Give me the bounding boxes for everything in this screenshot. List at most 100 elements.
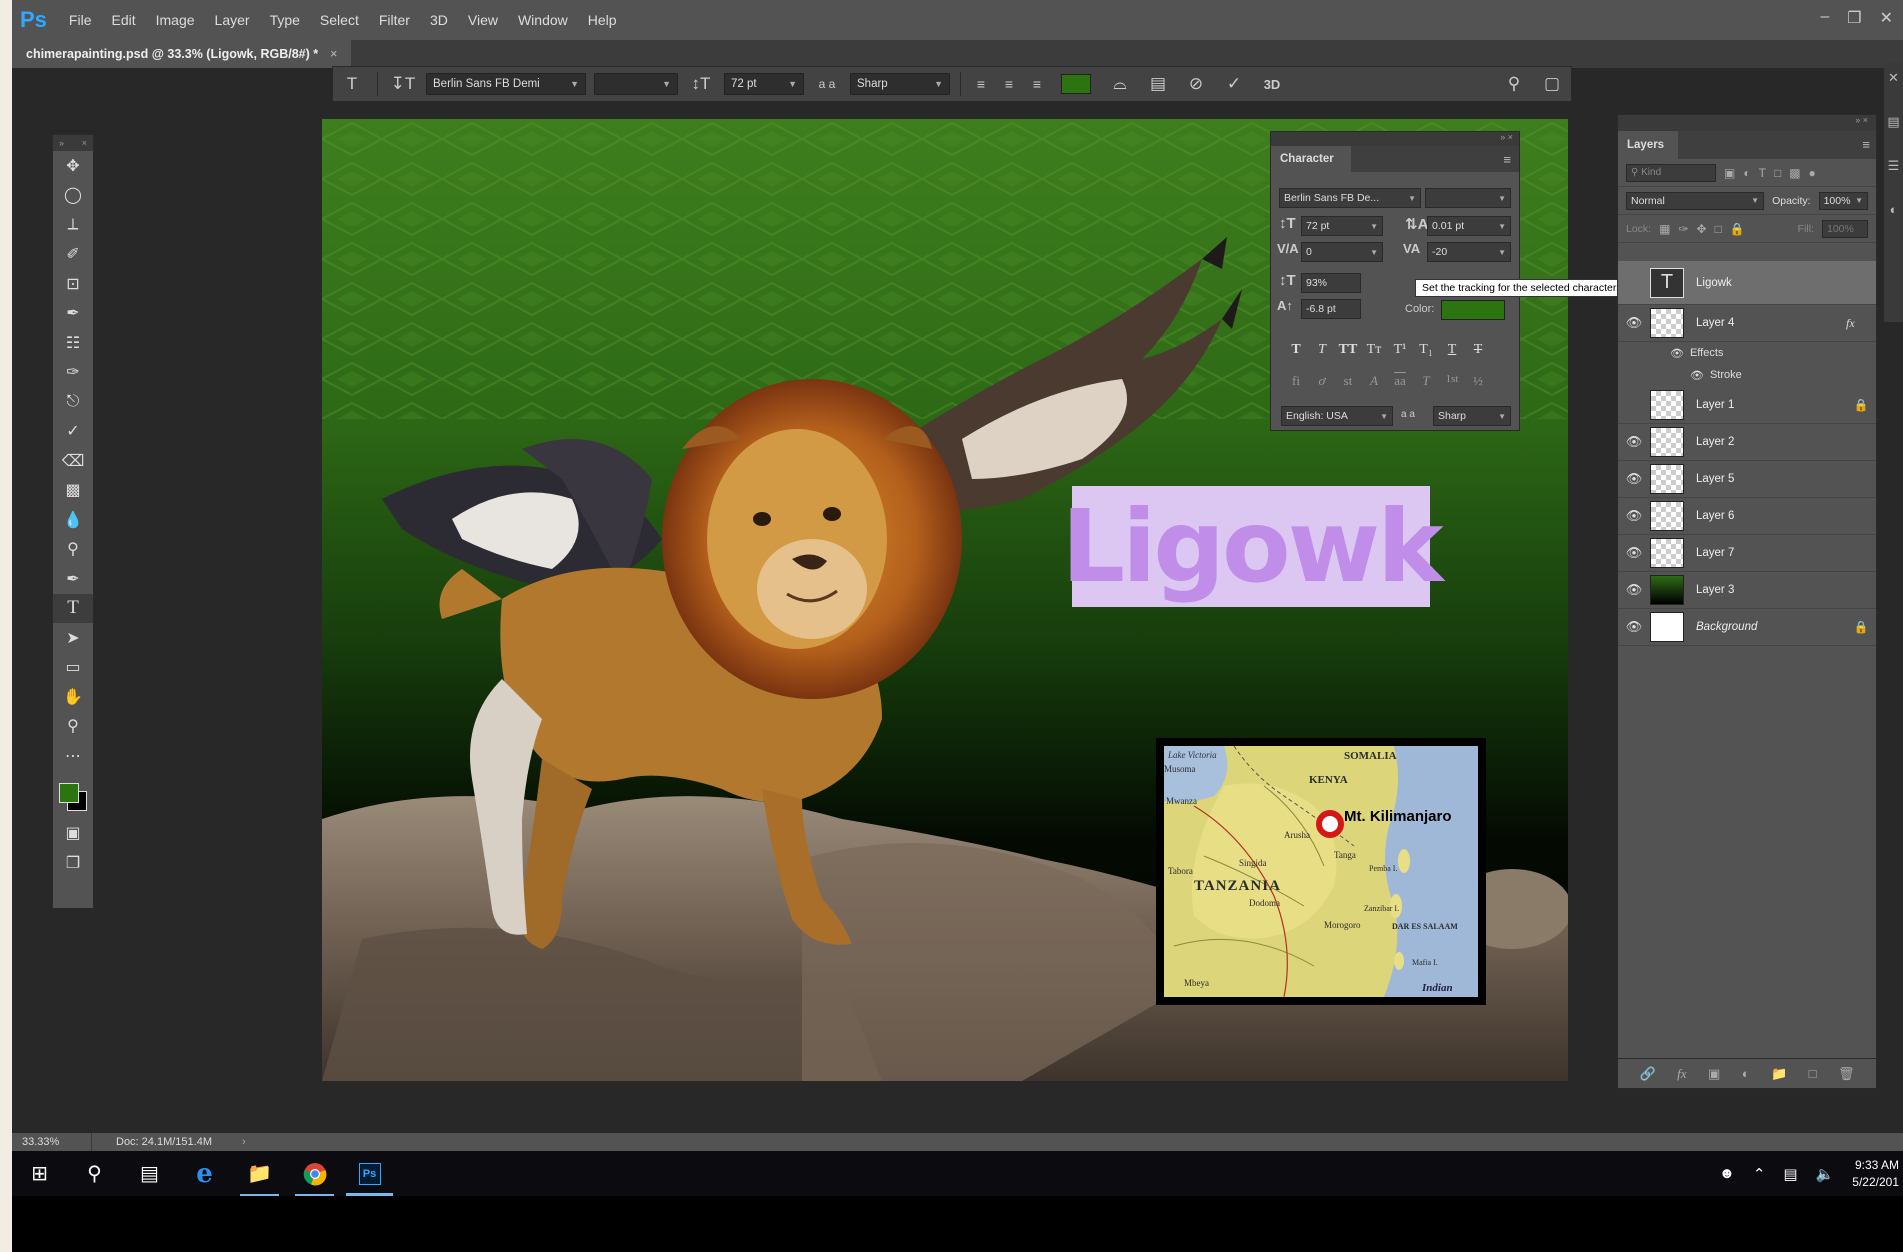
brush-tool-icon[interactable]: ✑ bbox=[53, 358, 93, 388]
minimize-icon[interactable]: – bbox=[1820, 8, 1829, 28]
faux-bold-button[interactable]: T bbox=[1285, 342, 1307, 358]
menu-window[interactable]: Window bbox=[518, 12, 568, 28]
type-filter-icon[interactable]: T bbox=[1759, 166, 1766, 180]
align-center-icon[interactable]: ≡ bbox=[998, 73, 1020, 95]
character-panel-toggle-icon[interactable]: ▤ bbox=[1145, 71, 1171, 97]
layer-row-layer-6[interactable]: 👁 Layer 6 bbox=[1618, 498, 1876, 535]
ordinals-button[interactable]: 1st bbox=[1441, 373, 1463, 385]
antialias-select[interactable]: Sharp ▼ bbox=[850, 73, 950, 95]
stylistic-alternates-button[interactable]: aa bbox=[1389, 373, 1411, 389]
zoom-tool-icon[interactable]: ⚲ bbox=[53, 712, 93, 742]
layer-row-layer-7[interactable]: 👁 Layer 7 bbox=[1618, 535, 1876, 572]
all-caps-button[interactable]: TT bbox=[1337, 342, 1359, 358]
layer-row-ligowk[interactable]: T Ligowk bbox=[1618, 261, 1876, 305]
path-selection-tool-icon[interactable]: ➤ bbox=[53, 623, 93, 653]
menu-layer[interactable]: Layer bbox=[215, 12, 250, 28]
layer-kind-filter[interactable]: ⚲ Kind bbox=[1626, 163, 1716, 182]
menu-view[interactable]: View bbox=[468, 12, 498, 28]
new-layer-icon[interactable]: □ bbox=[1809, 1066, 1817, 1081]
chrome-icon[interactable] bbox=[287, 1151, 342, 1196]
delete-layer-icon[interactable]: 🗑 bbox=[1838, 1066, 1855, 1082]
search-icon[interactable]: ⚲ bbox=[1501, 71, 1527, 97]
align-left-icon[interactable]: ≡ bbox=[970, 73, 992, 95]
show-hidden-icons-chevron-icon[interactable]: ⌃ bbox=[1753, 1165, 1766, 1183]
smart-object-filter-icon[interactable]: ▩ bbox=[1789, 166, 1800, 180]
standard-ligatures-button[interactable]: fi bbox=[1285, 373, 1307, 389]
clone-stamp-tool-icon[interactable]: ⎋ bbox=[53, 387, 93, 417]
panel-menu-icon[interactable]: ≡ bbox=[1503, 152, 1511, 167]
panel-toggle-icon[interactable]: ✕ bbox=[1888, 70, 1899, 86]
adjustment-layer-icon[interactable]: ◐ bbox=[1742, 1066, 1750, 1081]
status-menu-arrow-icon[interactable]: › bbox=[242, 1136, 246, 1148]
file-explorer-icon[interactable]: 📁 bbox=[232, 1151, 287, 1196]
layers-tab[interactable]: Layers bbox=[1618, 131, 1678, 159]
commit-edits-icon[interactable]: ✓ bbox=[1221, 71, 1247, 97]
char-vertical-scale-input[interactable]: 93% bbox=[1301, 273, 1361, 293]
char-baseline-shift-input[interactable]: -6.8 pt bbox=[1301, 299, 1361, 319]
document-tab[interactable]: chimerapainting.psd @ 33.3% (Ligowk, RGB… bbox=[12, 40, 352, 68]
workspace-icon[interactable]: ▢ bbox=[1539, 71, 1565, 97]
discretionary-ligatures-button[interactable]: st bbox=[1337, 373, 1359, 389]
fractions-button[interactable]: ½ bbox=[1467, 373, 1489, 389]
font-style-select[interactable]: ▼ bbox=[594, 73, 678, 95]
titling-alternates-button[interactable]: T bbox=[1415, 373, 1437, 389]
quick-mask-icon[interactable]: ▣ bbox=[53, 819, 93, 849]
char-color-swatch[interactable] bbox=[1441, 300, 1505, 320]
panel-menu-icon[interactable]: ≡ bbox=[1862, 137, 1870, 152]
menu-edit[interactable]: Edit bbox=[111, 12, 135, 28]
fill-input[interactable]: 100% bbox=[1822, 219, 1868, 238]
dodge-tool-icon[interactable]: ⚲ bbox=[53, 535, 93, 565]
eye-icon[interactable]: 👁 bbox=[1618, 545, 1650, 561]
char-leading-select[interactable]: 0.01 pt ▼ bbox=[1427, 216, 1511, 236]
photoshop-taskbar-icon[interactable]: Ps bbox=[342, 1151, 397, 1196]
layer-name[interactable]: Layer 1 bbox=[1696, 399, 1846, 411]
search-icon[interactable]: ⚲ bbox=[67, 1151, 122, 1196]
menu-help[interactable]: Help bbox=[588, 12, 617, 28]
layer-row-layer-4[interactable]: 👁 Layer 4 fx bbox=[1618, 305, 1876, 342]
menu-file[interactable]: File bbox=[69, 12, 92, 28]
char-font-style-select[interactable]: ▼ bbox=[1425, 188, 1511, 208]
screen-mode-icon[interactable]: ❐ bbox=[53, 848, 93, 878]
char-antialias-select[interactable]: Sharp ▼ bbox=[1433, 406, 1511, 426]
align-right-icon[interactable]: ≡ bbox=[1026, 73, 1048, 95]
eye-icon[interactable]: 👁 bbox=[1618, 582, 1650, 598]
quick-selection-tool-icon[interactable]: ✐ bbox=[53, 240, 93, 270]
eye-icon[interactable]: 👁 bbox=[1618, 619, 1650, 635]
layer-row-layer-5[interactable]: 👁 Layer 5 bbox=[1618, 461, 1876, 498]
edge-browser-icon[interactable]: e bbox=[177, 1151, 232, 1196]
lock-position-icon[interactable]: ✥ bbox=[1697, 222, 1707, 236]
font-family-select[interactable]: Berlin Sans FB Demi ▼ bbox=[426, 73, 586, 95]
text-color-swatch[interactable] bbox=[1061, 74, 1091, 94]
swash-button[interactable]: A bbox=[1363, 373, 1385, 389]
contextual-alternates-button[interactable]: ơ bbox=[1311, 373, 1333, 389]
layer-row-layer-2[interactable]: 👁 Layer 2 bbox=[1618, 424, 1876, 461]
close-icon[interactable]: ✕ bbox=[1880, 8, 1893, 28]
layer-name[interactable]: Background bbox=[1696, 621, 1846, 633]
char-kerning-select[interactable]: 0 ▼ bbox=[1301, 242, 1383, 262]
network-icon[interactable]: ▤ bbox=[1783, 1165, 1797, 1183]
menu-select[interactable]: Select bbox=[320, 12, 359, 28]
new-group-icon[interactable]: 📁 bbox=[1771, 1066, 1787, 1082]
eye-icon[interactable]: 👁 bbox=[1618, 315, 1650, 331]
character-tab[interactable]: Character bbox=[1271, 146, 1351, 172]
layer-name[interactable]: Layer 5 bbox=[1696, 473, 1876, 485]
blur-tool-icon[interactable]: 💧 bbox=[53, 505, 93, 535]
eyedropper-tool-icon[interactable]: ✒ bbox=[53, 299, 93, 329]
layer-row-background[interactable]: 👁 Background 🔒 bbox=[1618, 609, 1876, 646]
move-tool-icon[interactable]: ✥ bbox=[53, 151, 93, 181]
close-icon[interactable]: × bbox=[82, 138, 87, 148]
properties-panel-icon[interactable]: ☰ bbox=[1888, 158, 1900, 174]
warp-text-icon[interactable]: ⌓ bbox=[1107, 71, 1133, 97]
layer-name[interactable]: Layer 3 bbox=[1696, 584, 1876, 596]
history-panel-icon[interactable]: ▤ bbox=[1887, 114, 1899, 130]
adjustment-filter-icon[interactable]: ◐ bbox=[1743, 166, 1750, 180]
pen-tool-icon[interactable]: ✒ bbox=[53, 564, 93, 594]
link-layers-icon[interactable]: 🔗 bbox=[1639, 1066, 1655, 1082]
people-icon[interactable]: ☻ bbox=[1719, 1165, 1735, 1182]
menu-3d[interactable]: 3D bbox=[430, 12, 448, 28]
eye-icon[interactable]: 👁 bbox=[1690, 369, 1704, 382]
strikethrough-button[interactable]: T bbox=[1467, 342, 1489, 358]
collapse-icon[interactable]: » bbox=[59, 138, 64, 148]
faux-italic-button[interactable]: T bbox=[1311, 342, 1333, 358]
underline-button[interactable]: T bbox=[1441, 342, 1463, 358]
